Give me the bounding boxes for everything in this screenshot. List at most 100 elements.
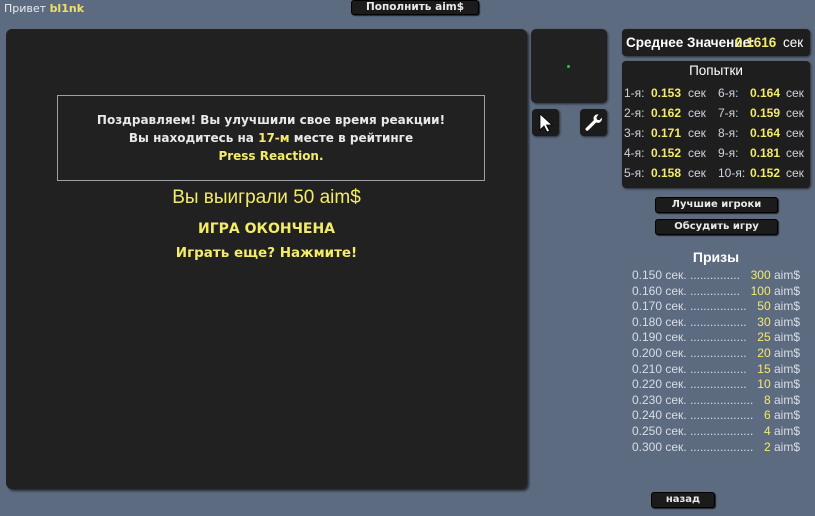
attempt-value: 0.152	[750, 166, 781, 180]
prize-currency: aim$	[773, 408, 800, 423]
prize-currency: aim$	[773, 346, 800, 360]
prize-amount: 2	[763, 439, 771, 454]
prize-amount: 20	[757, 346, 771, 360]
prize-row: 0.300 сек. ................... 2 aim$	[632, 439, 800, 454]
average-time-panel: Среднее Значение: 0.1616 сек	[622, 29, 810, 56]
prize-amount: 50	[757, 299, 771, 314]
prize-reward: 30 aim$	[756, 314, 800, 329]
congrats-line-1: Поздравляем! Вы улучшили свое время реак…	[96, 113, 446, 127]
prize-row: 0.240 сек. ................... 6 aim$	[632, 408, 800, 423]
average-value: 0.1616	[735, 35, 777, 50]
attempt-value: 0.162	[651, 106, 682, 120]
prize-reward: 15 aim$	[756, 361, 800, 376]
prize-currency: aim$	[773, 424, 800, 438]
prize-reward: 2 aim$	[762, 439, 800, 454]
attempt-value: 0.164	[750, 126, 781, 140]
prize-reward: 100 aim$	[749, 283, 800, 298]
prize-row: 0.210 сек. ................. 15 aim$	[632, 361, 800, 376]
prize-time: 0.150 сек. ...............	[632, 268, 740, 282]
attempt-unit: сек	[688, 126, 706, 140]
prize-reward: 50 aim$	[756, 299, 800, 314]
attempt-label: 1-я:	[624, 86, 645, 100]
prize-currency: aim$	[773, 439, 800, 454]
prize-row: 0.160 сек. ............... 100 aim$	[632, 283, 800, 298]
prize-currency: aim$	[773, 392, 800, 407]
prize-currency: aim$	[773, 268, 800, 282]
prize-currency: aim$	[773, 330, 800, 345]
attempt-value: 0.153	[651, 86, 682, 100]
prize-time: 0.230 сек. ...................	[632, 392, 754, 407]
game-area[interactable]: Поздравляем! Вы улучшили свое время реак…	[6, 29, 527, 489]
attempt-row: 7-я: 0.159 сек	[718, 106, 810, 122]
attempt-unit: сек	[688, 166, 706, 180]
back-button[interactable]: назад	[651, 492, 715, 508]
attempt-row: 9-я: 0.181 сек	[718, 146, 810, 162]
rank-prefix: Вы находитесь на	[128, 131, 254, 145]
attempt-label: 9-я:	[718, 146, 739, 160]
attempt-value: 0.159	[750, 106, 781, 120]
attempt-row: 10-я: 0.152 сек	[718, 166, 810, 182]
prize-currency: aim$	[773, 314, 800, 329]
attempt-label: 2-я:	[624, 106, 645, 120]
prizes-title: Призы	[692, 249, 740, 265]
attempt-row: 3-я: 0.171 сек	[624, 126, 716, 142]
attempt-value: 0.164	[750, 86, 781, 100]
won-amount: Вы выиграли 50 aim$	[172, 187, 361, 208]
prize-time: 0.300 сек. ...................	[632, 439, 754, 454]
attempts-title: Попытки	[689, 63, 743, 78]
prize-time: 0.160 сек. ...............	[632, 283, 740, 298]
prize-amount: 10	[757, 377, 771, 392]
attempt-row: 2-я: 0.162 сек	[624, 106, 716, 122]
attempt-unit: сек	[786, 86, 804, 100]
attempt-unit: сек	[786, 106, 804, 120]
greeting-text: Привет	[4, 2, 47, 15]
settings-tool-button[interactable]	[580, 109, 607, 136]
attempt-label: 5-я:	[624, 166, 645, 180]
prize-row: 0.200 сек. ................. 20 aim$	[632, 346, 800, 360]
prize-reward: 20 aim$	[756, 346, 800, 360]
attempt-label: 7-я:	[718, 106, 739, 120]
attempt-row: 1-я: 0.153 сек	[624, 86, 716, 102]
cursor-tool-button[interactable]	[532, 109, 559, 136]
attempts-panel: Попытки 1-я: 0.153 сек 2-я: 0.162 сек 3-я: 0.17…	[622, 61, 810, 188]
game-over-label: ИГРА ОКОНЧЕНА	[198, 221, 335, 237]
attempt-row: 6-я: 0.164 сек	[718, 86, 810, 102]
attempt-row: 8-я: 0.164 сек	[718, 126, 810, 142]
game-name: Press Reaction.	[218, 149, 324, 163]
congrats-message: Поздравляем! Вы улучшили свое время реак…	[57, 95, 485, 181]
prize-amount: 25	[757, 330, 771, 345]
prize-row: 0.150 сек. ............... 300 aim$	[632, 268, 800, 282]
attempt-unit: сек	[688, 146, 706, 160]
username[interactable]: bl1nk	[50, 2, 84, 15]
play-again-link[interactable]: Играть еще? Нажмите!	[6, 245, 527, 261]
attempt-unit: сек	[786, 166, 804, 180]
prize-reward: 25 aim$	[756, 330, 800, 345]
prize-amount: 100	[750, 283, 771, 298]
cursor-arrow-icon	[539, 113, 554, 133]
prize-amount: 300	[750, 268, 771, 282]
greeting: Привет bl1nk	[4, 2, 84, 15]
prize-row: 0.250 сек. ................... 4 aim$	[632, 424, 800, 438]
attempt-value: 0.158	[651, 166, 682, 180]
prize-time: 0.170 сек. .................	[632, 299, 747, 314]
prize-amount: 4	[763, 424, 771, 438]
prize-row: 0.170 сек. ................. 50 aim$	[632, 299, 800, 314]
rank-value: 17-м	[258, 131, 290, 145]
attempt-label: 4-я:	[624, 146, 645, 160]
prize-currency: aim$	[773, 283, 800, 298]
average-unit: сек	[783, 35, 804, 50]
target-preview	[531, 29, 607, 103]
prize-row: 0.180 сек. ................. 30 aim$	[632, 314, 800, 329]
prize-time: 0.240 сек. ...................	[632, 408, 754, 423]
attempt-row: 4-я: 0.152 сек	[624, 146, 716, 162]
attempt-unit: сек	[786, 146, 804, 160]
prize-time: 0.220 сек. .................	[632, 377, 747, 392]
prize-time: 0.250 сек. ...................	[632, 424, 754, 438]
attempt-unit: сек	[786, 126, 804, 140]
topup-button[interactable]: Пополнить aim$	[351, 0, 479, 15]
prize-currency: aim$	[773, 361, 800, 376]
discuss-game-button[interactable]: Обсудить игру	[655, 219, 778, 235]
prize-currency: aim$	[773, 377, 800, 392]
prize-row: 0.190 сек. ................. 25 aim$	[632, 330, 800, 345]
best-players-button[interactable]: Лучшие игроки	[655, 197, 778, 213]
